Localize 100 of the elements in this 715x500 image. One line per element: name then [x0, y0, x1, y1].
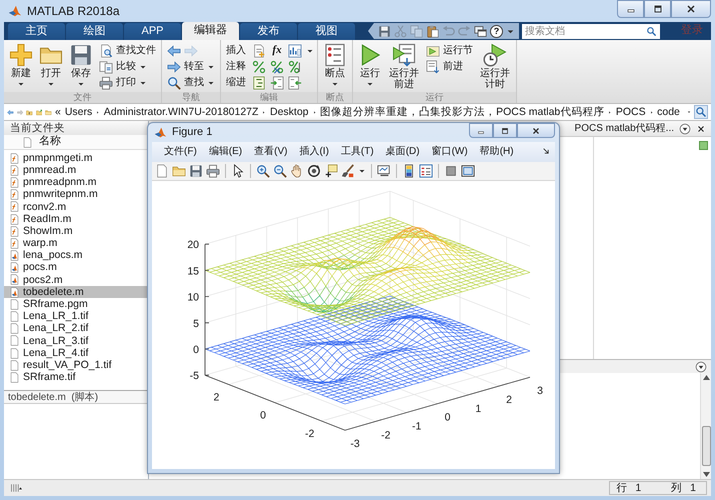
file-item[interactable]: rconv2.m — [4, 200, 148, 213]
menu-item[interactable]: 帮助(H) — [474, 146, 520, 158]
function-button[interactable]: fx — [270, 44, 284, 58]
breadcrumb-link[interactable]: Administrator.WIN7U-20180127Z — [102, 106, 260, 118]
ribbon-button[interactable]: 注释 — [224, 59, 248, 74]
ribbon-tab[interactable]: 编辑器 — [182, 22, 239, 40]
ribbon-button[interactable]: 插入 — [224, 43, 248, 58]
ribbon-button[interactable]: 断点 — [321, 42, 349, 92]
file-item[interactable]: lena_pocs.m — [4, 250, 148, 262]
dock-icon[interactable] — [542, 147, 551, 156]
file-item[interactable]: Lena_LR_4.tif — [4, 347, 148, 360]
file-item[interactable]: Lena_LR_1.tif — [4, 310, 148, 323]
column-header[interactable]: 名称 — [4, 135, 148, 150]
menu-item[interactable]: 桌面(D) — [380, 146, 426, 158]
linked-plot-icon[interactable] — [377, 164, 391, 178]
vertical-scrollbar[interactable] — [700, 373, 711, 479]
ribbon-tab[interactable]: APP — [124, 23, 181, 40]
file-item[interactable]: result_VA_PO_1.tif — [4, 359, 148, 372]
dropdown-circle-icon[interactable] — [695, 360, 707, 372]
menu-item[interactable]: 工具(T) — [334, 146, 380, 158]
chart-document-icon[interactable] — [288, 44, 302, 58]
colorbar-icon[interactable] — [402, 164, 416, 178]
data-cursor-icon[interactable] — [324, 164, 338, 178]
search-field[interactable]: 搜索文档 — [522, 24, 646, 38]
file-item[interactable]: Lena_LR_2.tif — [4, 322, 148, 335]
ribbon-tab[interactable]: 发布 — [240, 23, 297, 40]
breadcrumb-link[interactable]: 图像超分辨率重建，凸集投影方法，POCS matlab代码程序 — [319, 106, 606, 118]
file-item[interactable]: SRframe.tif — [4, 371, 148, 384]
ribbon-button[interactable]: 运行并计时 — [477, 42, 513, 92]
file-item[interactable]: pnmread.m — [4, 164, 148, 176]
search-button[interactable] — [694, 105, 708, 119]
ribbon-button[interactable]: 保存 — [67, 42, 95, 92]
file-item[interactable]: pnmreadpnm.m — [4, 176, 148, 189]
search-icon[interactable] — [646, 26, 657, 36]
menu-item[interactable]: 查看(V) — [248, 146, 294, 158]
column-grip-icon[interactable] — [8, 482, 24, 494]
window-frame-icon[interactable] — [461, 164, 475, 178]
file-item[interactable]: SRframe.pgm — [4, 298, 148, 310]
ribbon-button[interactable]: 打开 — [37, 42, 65, 92]
legend-icon[interactable] — [419, 164, 433, 178]
editor-tab[interactable]: POCS matlab代码程... — [574, 122, 674, 134]
ribbon-button[interactable]: 运行节 — [424, 43, 475, 58]
zoom-in-icon[interactable] — [256, 164, 270, 178]
ribbon-button[interactable]: 转至 — [165, 59, 217, 74]
dropdown-circle-icon[interactable] — [679, 122, 691, 134]
percent-cross-icon[interactable] — [270, 60, 284, 74]
ribbon-button[interactable]: 运行并前进 — [386, 42, 422, 92]
ribbon-button[interactable]: 前进 — [424, 59, 475, 74]
ribbon-button[interactable]: 查找文件 — [97, 43, 158, 58]
ribbon-tab[interactable]: 视图 — [298, 23, 355, 40]
help-button[interactable]: ? — [490, 24, 503, 38]
file-item[interactable]: warp.m — [4, 237, 148, 250]
arrow-up-icon[interactable] — [702, 375, 710, 380]
arrow-left-icon[interactable] — [167, 44, 181, 58]
file-item[interactable]: pocs2.m — [4, 274, 148, 286]
square-icon[interactable] — [444, 164, 458, 178]
ribbon-button[interactable]: 缩进 — [224, 75, 248, 90]
ribbon-tab[interactable]: 绘图 — [66, 23, 123, 40]
breadcrumb-link[interactable]: POCS — [614, 106, 647, 118]
indent-right-icon[interactable] — [270, 76, 284, 90]
clipboard-icon[interactable] — [426, 24, 439, 38]
menu-item[interactable]: 插入(I) — [293, 146, 335, 158]
indent-document-icon[interactable] — [252, 76, 266, 90]
ribbon-button[interactable]: 查找 — [165, 75, 217, 90]
ribbon-button[interactable]: 比较 — [97, 59, 158, 74]
menu-item[interactable]: 编辑(E) — [202, 146, 248, 158]
windows-icon[interactable] — [474, 24, 487, 38]
file-item[interactable]: tobedelete.m — [4, 286, 148, 298]
breadcrumb-link[interactable]: code — [656, 106, 681, 118]
zoom-out-icon[interactable] — [273, 164, 287, 178]
breadcrumb-link[interactable]: Users — [64, 106, 94, 118]
document-plus-icon[interactable] — [252, 44, 266, 58]
percent-wrap-icon[interactable] — [288, 60, 302, 74]
indent-left-icon[interactable] — [288, 76, 302, 90]
file-item[interactable]: Lena_LR_3.tif — [4, 334, 148, 347]
overflow-marker[interactable]: « — [54, 106, 61, 118]
maximize-button[interactable] — [644, 0, 671, 18]
rotate-icon[interactable] — [307, 164, 321, 178]
percent-icon[interactable] — [252, 60, 266, 74]
file-item[interactable]: pnmwritepnm.m — [4, 188, 148, 201]
ribbon-tab[interactable]: 主页 — [8, 23, 65, 40]
maximize-button[interactable] — [493, 123, 517, 138]
pointer-icon[interactable] — [231, 164, 245, 178]
hand-icon[interactable] — [290, 164, 304, 178]
ribbon-button[interactable]: 运行 — [356, 42, 384, 92]
close-icon[interactable] — [696, 124, 706, 134]
file-item[interactable]: ShowIm.m — [4, 225, 148, 238]
menu-item[interactable]: 文件(F) — [158, 146, 203, 158]
arrow-down-icon[interactable] — [702, 472, 710, 477]
file-item[interactable]: ReadIm.m — [4, 212, 148, 226]
close-button[interactable] — [671, 0, 711, 18]
file-item[interactable]: pnmpnmgeti.m — [4, 152, 148, 164]
file-item[interactable]: pocs.m — [4, 262, 148, 274]
brush-icon[interactable] — [341, 164, 355, 178]
new-document-icon[interactable] — [155, 164, 169, 178]
menu-item[interactable]: 窗口(W) — [426, 146, 474, 158]
folder-icon[interactable] — [172, 164, 186, 178]
breadcrumb-link[interactable]: Desktop — [268, 106, 310, 118]
printer-icon[interactable] — [206, 164, 220, 178]
ribbon-button[interactable]: 新建 — [7, 42, 35, 92]
